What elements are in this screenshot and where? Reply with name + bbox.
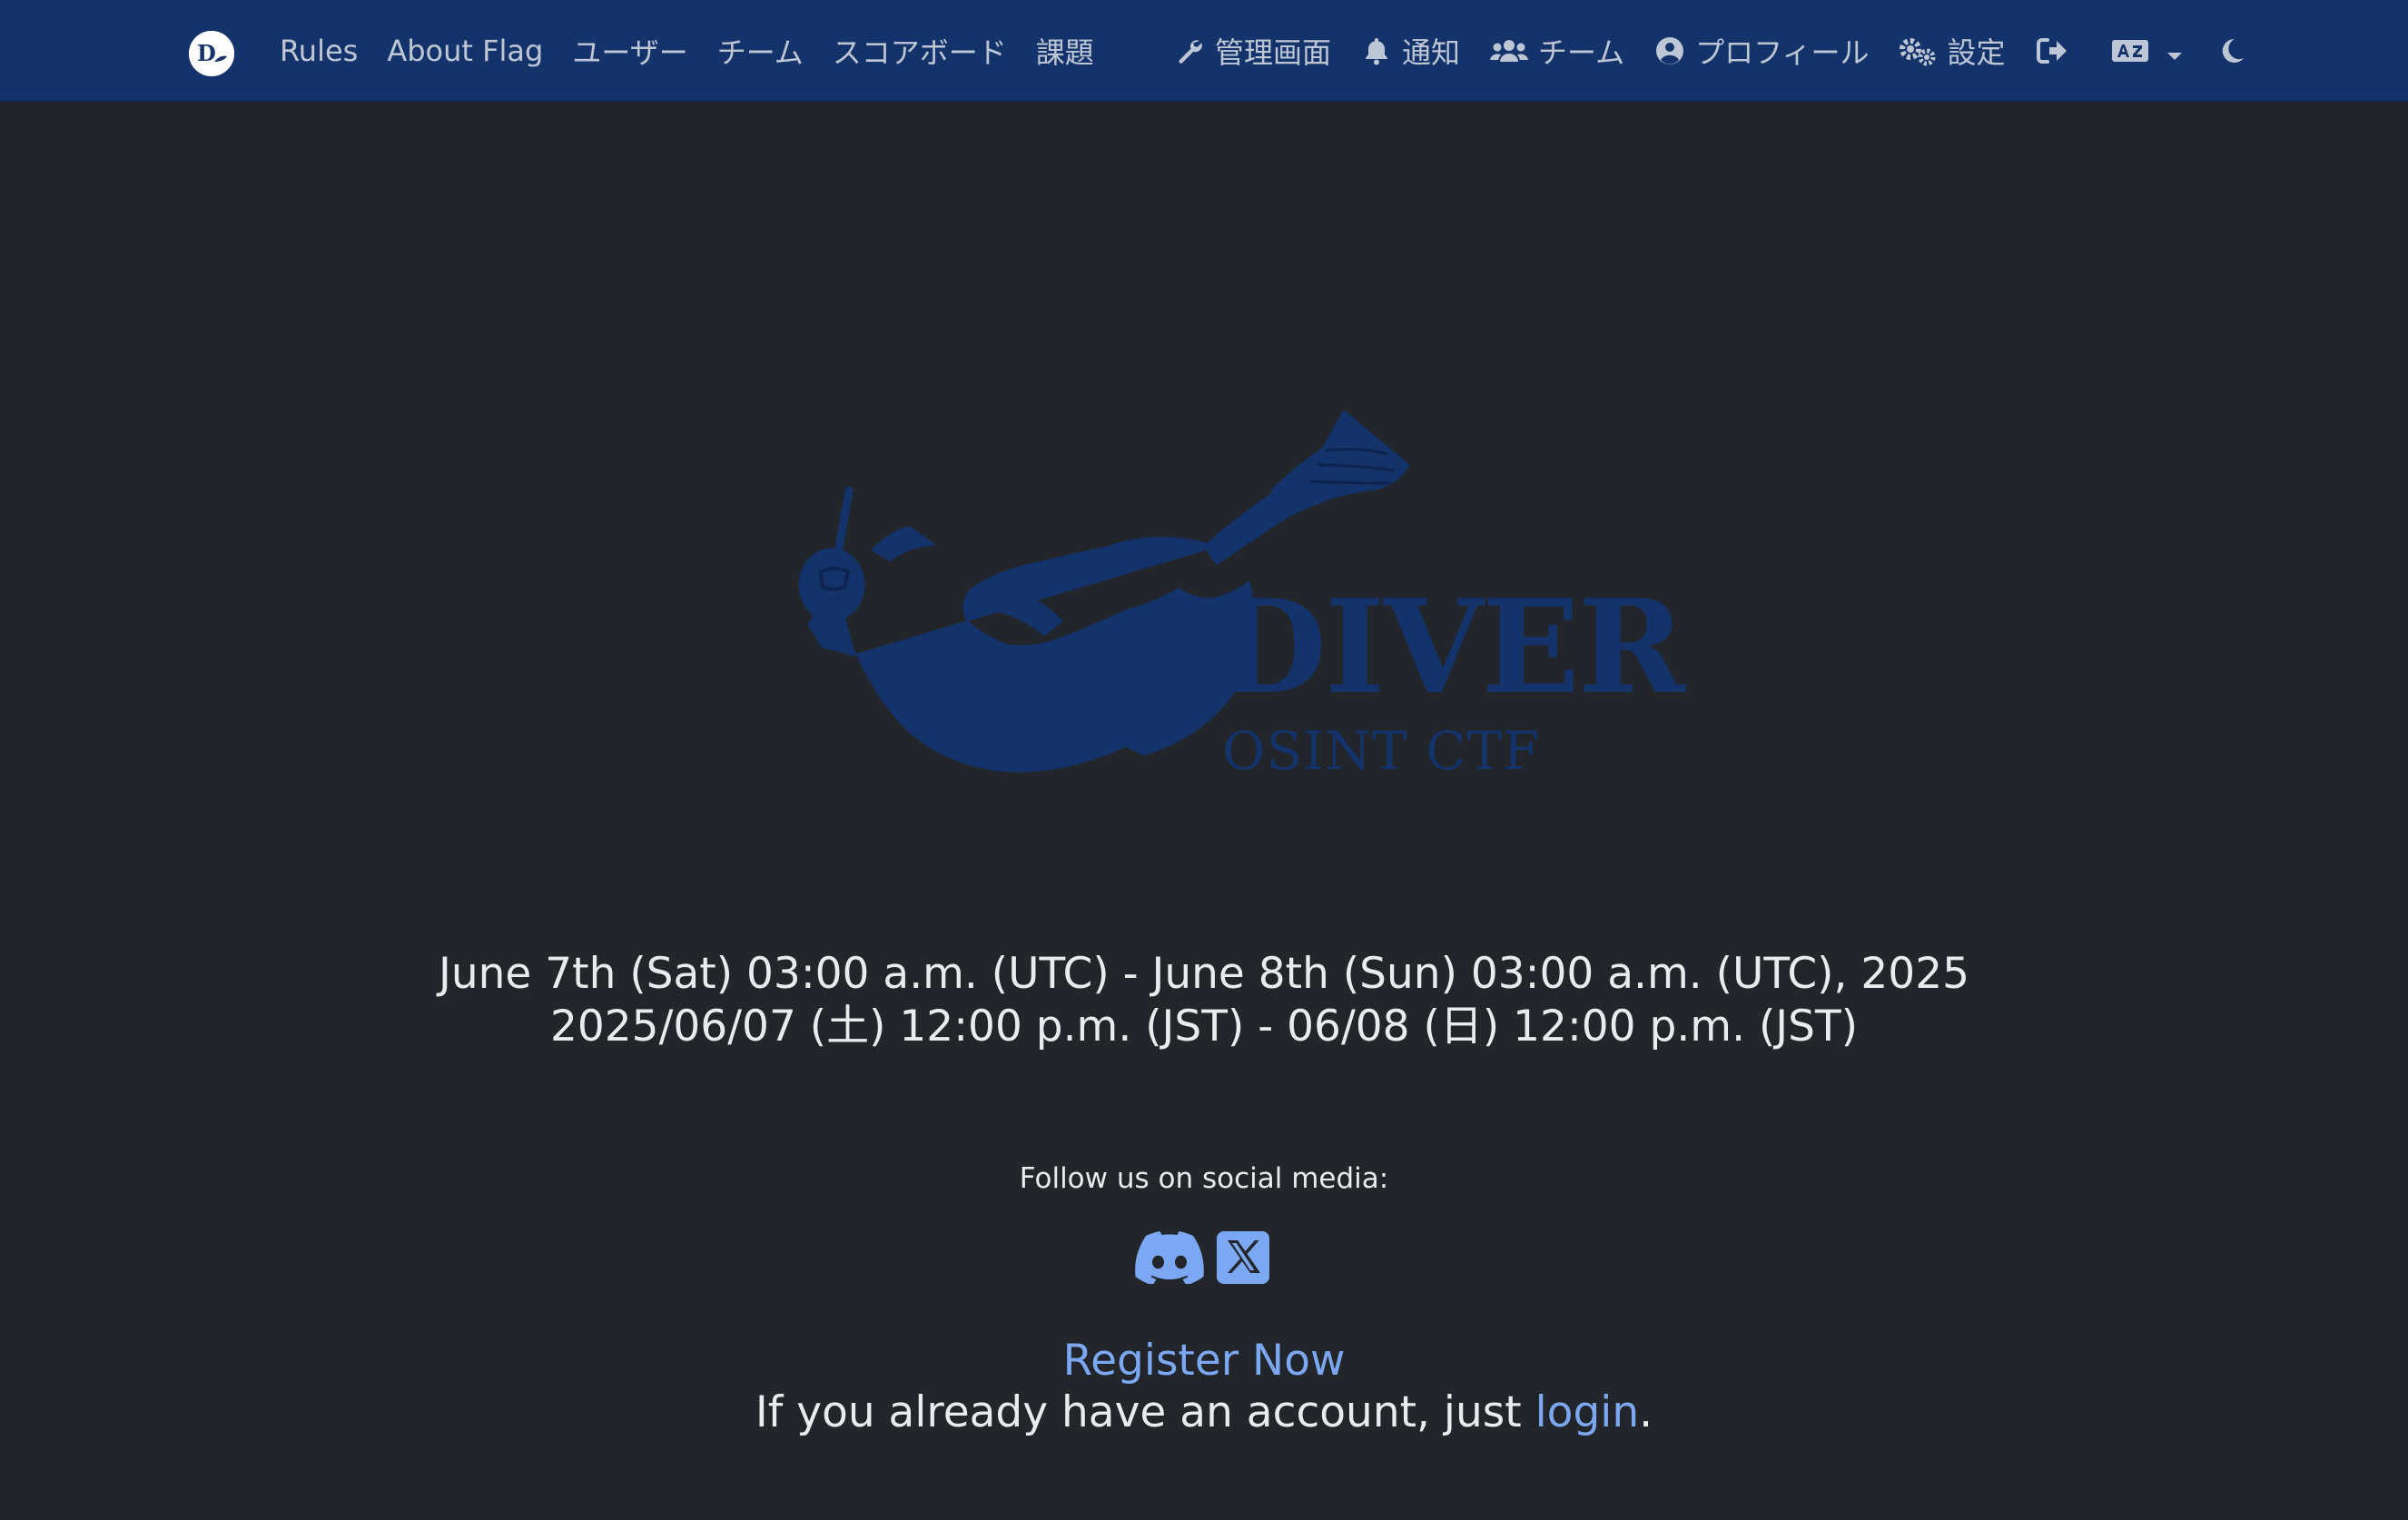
logout-icon	[2036, 35, 2068, 67]
nav-team[interactable]: チーム	[1475, 30, 1639, 72]
nav-profile-label: プロフィール	[1695, 35, 1870, 70]
nav-settings[interactable]: 設定	[1883, 30, 2019, 72]
social-links	[1135, 1231, 1269, 1284]
nav-challenges[interactable]: 課題	[1021, 30, 1109, 72]
discord-link[interactable]	[1135, 1231, 1204, 1284]
svg-text:D: D	[197, 40, 216, 66]
nav-teams[interactable]: チーム	[703, 30, 818, 72]
bell-icon	[1360, 35, 1393, 67]
x-twitter-link[interactable]	[1217, 1231, 1269, 1284]
discord-icon	[1135, 1231, 1204, 1284]
nav-rules[interactable]: Rules	[265, 34, 372, 68]
user-nav: 管理画面 通知 チーム プロフィール 設定	[1159, 0, 2274, 102]
moon-icon	[2216, 35, 2248, 67]
gears-icon	[1898, 35, 1938, 67]
register-now-link[interactable]: Register Now	[1063, 1336, 1346, 1386]
nav-teams-label: チーム	[716, 35, 804, 70]
primary-nav: Rules About Flag ユーザー チーム スコアボード 課題	[265, 0, 1109, 102]
logo-title: DIVER	[1215, 572, 1685, 723]
nav-about-flag[interactable]: About Flag	[372, 34, 558, 68]
nav-rules-label: Rules	[280, 34, 359, 68]
login-prompt-text: If you already have an account, just	[755, 1387, 1535, 1437]
nav-settings-label: 設定	[1947, 35, 2006, 70]
nav-notifications[interactable]: 通知	[1346, 30, 1475, 72]
diver-badge-icon: D	[189, 31, 234, 76]
login-link[interactable]: login	[1535, 1387, 1640, 1437]
wrench-icon	[1173, 35, 1206, 67]
language-icon	[2110, 35, 2150, 67]
event-date-jst: 2025/06/07 (土) 12:00 p.m. (JST) - 06/08 …	[549, 1002, 1859, 1051]
nav-team-label: チーム	[1538, 35, 1625, 70]
nav-challenges-label: 課題	[1035, 35, 1094, 70]
top-navbar: D Rules About Flag ユーザー チーム スコアボード 課題 管理…	[0, 0, 2408, 102]
language-dropdown[interactable]	[2094, 34, 2199, 68]
nav-about-flag-label: About Flag	[387, 34, 544, 68]
login-prompt: If you already have an account, just log…	[0, 1387, 2408, 1439]
brand-logo[interactable]: D	[189, 31, 234, 76]
event-date-utc: June 7th (Sat) 03:00 a.m. (UTC) - June 8…	[438, 949, 1969, 999]
theme-toggle[interactable]	[2199, 35, 2274, 67]
nav-scoreboard[interactable]: スコアボード	[818, 30, 1021, 72]
nav-users[interactable]: ユーザー	[558, 30, 702, 72]
nav-scoreboard-label: スコアボード	[832, 35, 1007, 70]
users-icon	[1489, 35, 1529, 67]
nav-notifications-label: 通知	[1402, 35, 1461, 70]
social-heading: Follow us on social media:	[1019, 1162, 1389, 1195]
nav-admin-panel-label: 管理画面	[1215, 35, 1332, 70]
nav-users-label: ユーザー	[572, 35, 688, 70]
user-circle-icon	[1653, 35, 1686, 67]
logout-button[interactable]	[2019, 35, 2094, 67]
logo-subtitle: OSINT CTF	[1222, 720, 1541, 782]
chevron-down-icon	[2166, 34, 2183, 68]
event-dates: June 7th (Sat) 03:00 a.m. (UTC) - June 8…	[0, 948, 2408, 1053]
nav-profile[interactable]: プロフィール	[1639, 30, 1883, 72]
register-row: Register Now	[0, 1335, 2408, 1387]
login-prompt-suffix: .	[1639, 1387, 1653, 1437]
x-icon	[1217, 1231, 1269, 1284]
nav-admin-panel[interactable]: 管理画面	[1159, 30, 1346, 72]
